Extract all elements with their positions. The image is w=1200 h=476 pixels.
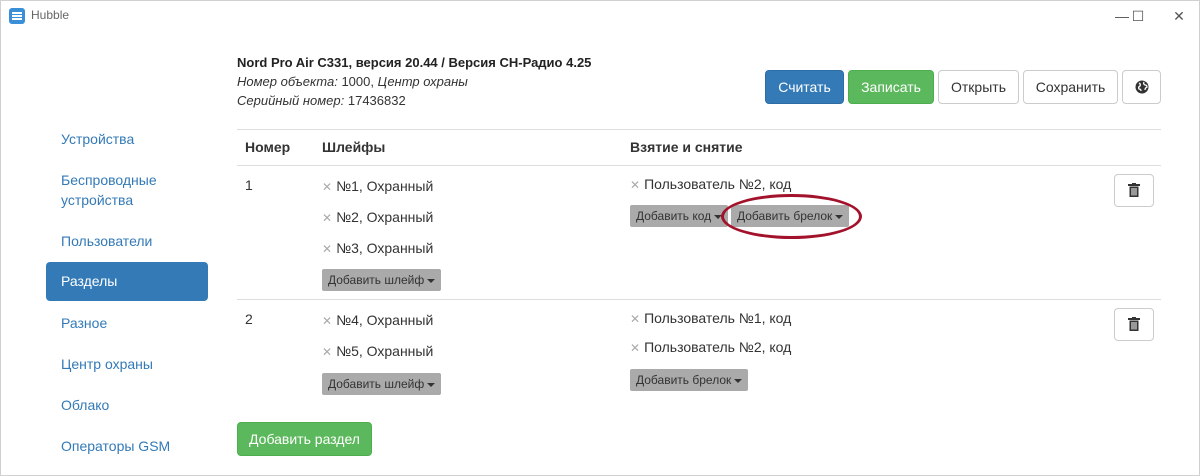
window-title: Hubble bbox=[31, 8, 70, 22]
add-loop-label: Добавить шлейф bbox=[328, 377, 425, 391]
close-button[interactable]: ✕ bbox=[1159, 4, 1199, 28]
row-divider bbox=[237, 299, 1161, 300]
remove-icon[interactable]: ✕ bbox=[322, 314, 332, 328]
delete-section-button[interactable] bbox=[1114, 174, 1154, 207]
loop-item: ✕ №2, Охранный bbox=[322, 209, 433, 225]
caret-down-icon bbox=[427, 278, 436, 283]
object-number-line: Номер объекта: 1000, Центр охраны bbox=[237, 72, 591, 91]
section-number: 2 bbox=[245, 311, 253, 327]
loop-item: ✕ №3, Охранный bbox=[322, 240, 433, 256]
add-code-button[interactable]: Добавить код bbox=[630, 205, 729, 227]
remove-icon[interactable]: ✕ bbox=[322, 180, 332, 194]
serial-number-label: Серийный номер: bbox=[237, 93, 345, 108]
maximize-button[interactable]: ☐ bbox=[1118, 4, 1158, 28]
loop-item: ✕ №1, Охранный bbox=[322, 178, 433, 194]
sidebar-item-wireless-devices[interactable]: Беспроводные устройства bbox=[46, 170, 208, 210]
user-item: ✕ Пользователь №2, код bbox=[630, 339, 791, 355]
object-number-value: 1000, bbox=[337, 74, 378, 89]
add-loop-label: Добавить шлейф bbox=[328, 273, 425, 287]
trash-icon bbox=[1128, 183, 1140, 197]
open-button[interactable]: Открыть bbox=[938, 70, 1019, 104]
remove-icon[interactable]: ✕ bbox=[630, 312, 640, 326]
security-center-label: Центр охраны bbox=[377, 74, 468, 89]
column-header-arming: Взятие и снятие bbox=[630, 139, 743, 155]
add-code-label: Добавить код bbox=[636, 209, 712, 223]
add-loop-button[interactable]: Добавить шлейф bbox=[322, 373, 442, 395]
sidebar-item-sections[interactable]: Разделы bbox=[46, 262, 208, 301]
loop-label: №3, Охранный bbox=[336, 240, 434, 256]
column-header-number: Номер bbox=[245, 139, 291, 155]
device-info: Nord Pro Air C331, версия 20.44 / Версия… bbox=[237, 53, 591, 110]
serial-number-line: Серийный номер: 17436832 bbox=[237, 91, 591, 110]
highlight-annotation bbox=[721, 194, 862, 239]
remove-icon[interactable]: ✕ bbox=[322, 211, 332, 225]
user-label: Пользователь №2, код bbox=[644, 176, 792, 192]
remove-icon[interactable]: ✕ bbox=[630, 178, 640, 192]
loop-item: ✕ №4, Охранный bbox=[322, 312, 433, 328]
serial-number-value: 17436832 bbox=[344, 93, 406, 108]
sidebar-item-security-center[interactable]: Центр охраны bbox=[46, 354, 208, 374]
loop-label: №4, Охранный bbox=[336, 312, 434, 328]
sidebar-item-gsm-operators[interactable]: Операторы GSM bbox=[46, 436, 208, 456]
globe-icon bbox=[1135, 80, 1149, 94]
caret-down-icon bbox=[734, 378, 743, 383]
sidebar-item-cloud[interactable]: Облако bbox=[46, 395, 208, 415]
remove-icon[interactable]: ✕ bbox=[322, 242, 332, 256]
loop-label: №2, Охранный bbox=[336, 209, 434, 225]
trash-icon bbox=[1128, 317, 1140, 331]
loop-label: №5, Охранный bbox=[336, 343, 434, 359]
device-model: Nord Pro Air C331, версия 20.44 / Версия… bbox=[237, 55, 592, 70]
app-logo-icon bbox=[9, 8, 25, 24]
sidebar-item-misc[interactable]: Разное bbox=[46, 313, 208, 333]
sidebar-item-devices[interactable]: Устройства bbox=[46, 129, 208, 149]
delete-section-button[interactable] bbox=[1114, 308, 1154, 341]
write-button[interactable]: Записать bbox=[848, 70, 934, 104]
user-label: Пользователь №1, код bbox=[644, 310, 792, 326]
sidebar-item-users[interactable]: Пользователи bbox=[46, 231, 208, 251]
add-fob-button[interactable]: Добавить брелок bbox=[630, 369, 749, 391]
object-number-label: Номер объекта: bbox=[237, 74, 338, 89]
user-item: ✕ Пользователь №1, код bbox=[630, 310, 791, 326]
loop-label: №1, Охранный bbox=[336, 178, 434, 194]
save-button[interactable]: Сохранить bbox=[1023, 70, 1118, 104]
column-header-loops: Шлейфы bbox=[322, 139, 386, 155]
read-button[interactable]: Считать bbox=[765, 70, 844, 104]
title-bar: Hubble — ☐ ✕ bbox=[1, 1, 1199, 31]
caret-down-icon bbox=[427, 382, 436, 387]
section-number: 1 bbox=[245, 177, 253, 193]
user-label: Пользователь №2, код bbox=[644, 339, 792, 355]
remove-icon[interactable]: ✕ bbox=[630, 341, 640, 355]
user-item: ✕ Пользователь №2, код bbox=[630, 176, 791, 192]
app-window: Hubble — ☐ ✕ Nord Pro Air C331, версия 2… bbox=[0, 0, 1200, 476]
loop-item: ✕ №5, Охранный bbox=[322, 343, 433, 359]
add-section-button[interactable]: Добавить раздел bbox=[237, 422, 372, 456]
remove-icon[interactable]: ✕ bbox=[322, 345, 332, 359]
header-divider bbox=[237, 165, 1161, 166]
add-fob-label: Добавить брелок bbox=[636, 373, 732, 387]
add-loop-button[interactable]: Добавить шлейф bbox=[322, 269, 442, 291]
table-top-border bbox=[237, 129, 1161, 130]
language-button[interactable] bbox=[1122, 70, 1161, 104]
